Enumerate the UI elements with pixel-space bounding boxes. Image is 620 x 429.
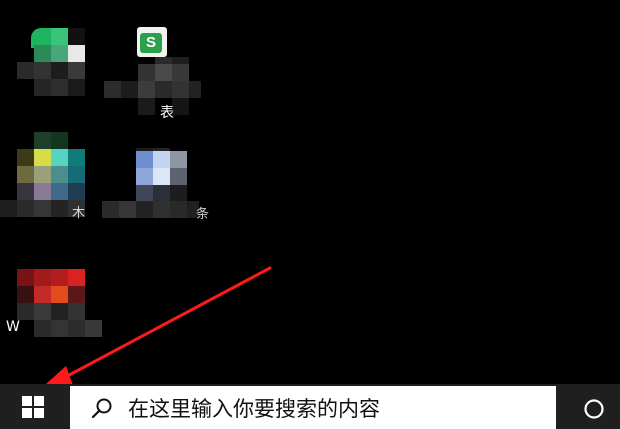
desktop-icon-1[interactable] — [17, 28, 109, 120]
wps-spreadsheet-icon: S — [140, 33, 162, 53]
desktop-icon-label: W — [6, 319, 20, 335]
desktop-icon-partial-label: 条 — [196, 207, 210, 222]
taskbar: 在这里输入你要搜索的内容 — [0, 384, 620, 429]
desktop-icon-4[interactable]: 条 — [102, 148, 209, 240]
start-button[interactable] — [0, 384, 66, 429]
desktop-icon-3[interactable]: 木 — [0, 130, 92, 222]
search-input[interactable]: 在这里输入你要搜索的内容 — [70, 386, 556, 429]
desktop-icon-5[interactable]: W — [0, 267, 102, 359]
cortana-button[interactable] — [570, 388, 618, 429]
cortana-circle-icon — [584, 398, 604, 419]
desktop-icon-partial-label: 木 — [72, 206, 86, 221]
desktop-icon-wps-spreadsheet[interactable]: S 表 — [104, 24, 201, 121]
windows-logo-icon — [22, 395, 44, 418]
search-placeholder: 在这里输入你要搜索的内容 — [128, 396, 380, 421]
desktop-icon-label: 表 — [160, 105, 174, 121]
desktop: S 表 木 条 W — [0, 0, 620, 384]
search-icon — [91, 398, 112, 418]
